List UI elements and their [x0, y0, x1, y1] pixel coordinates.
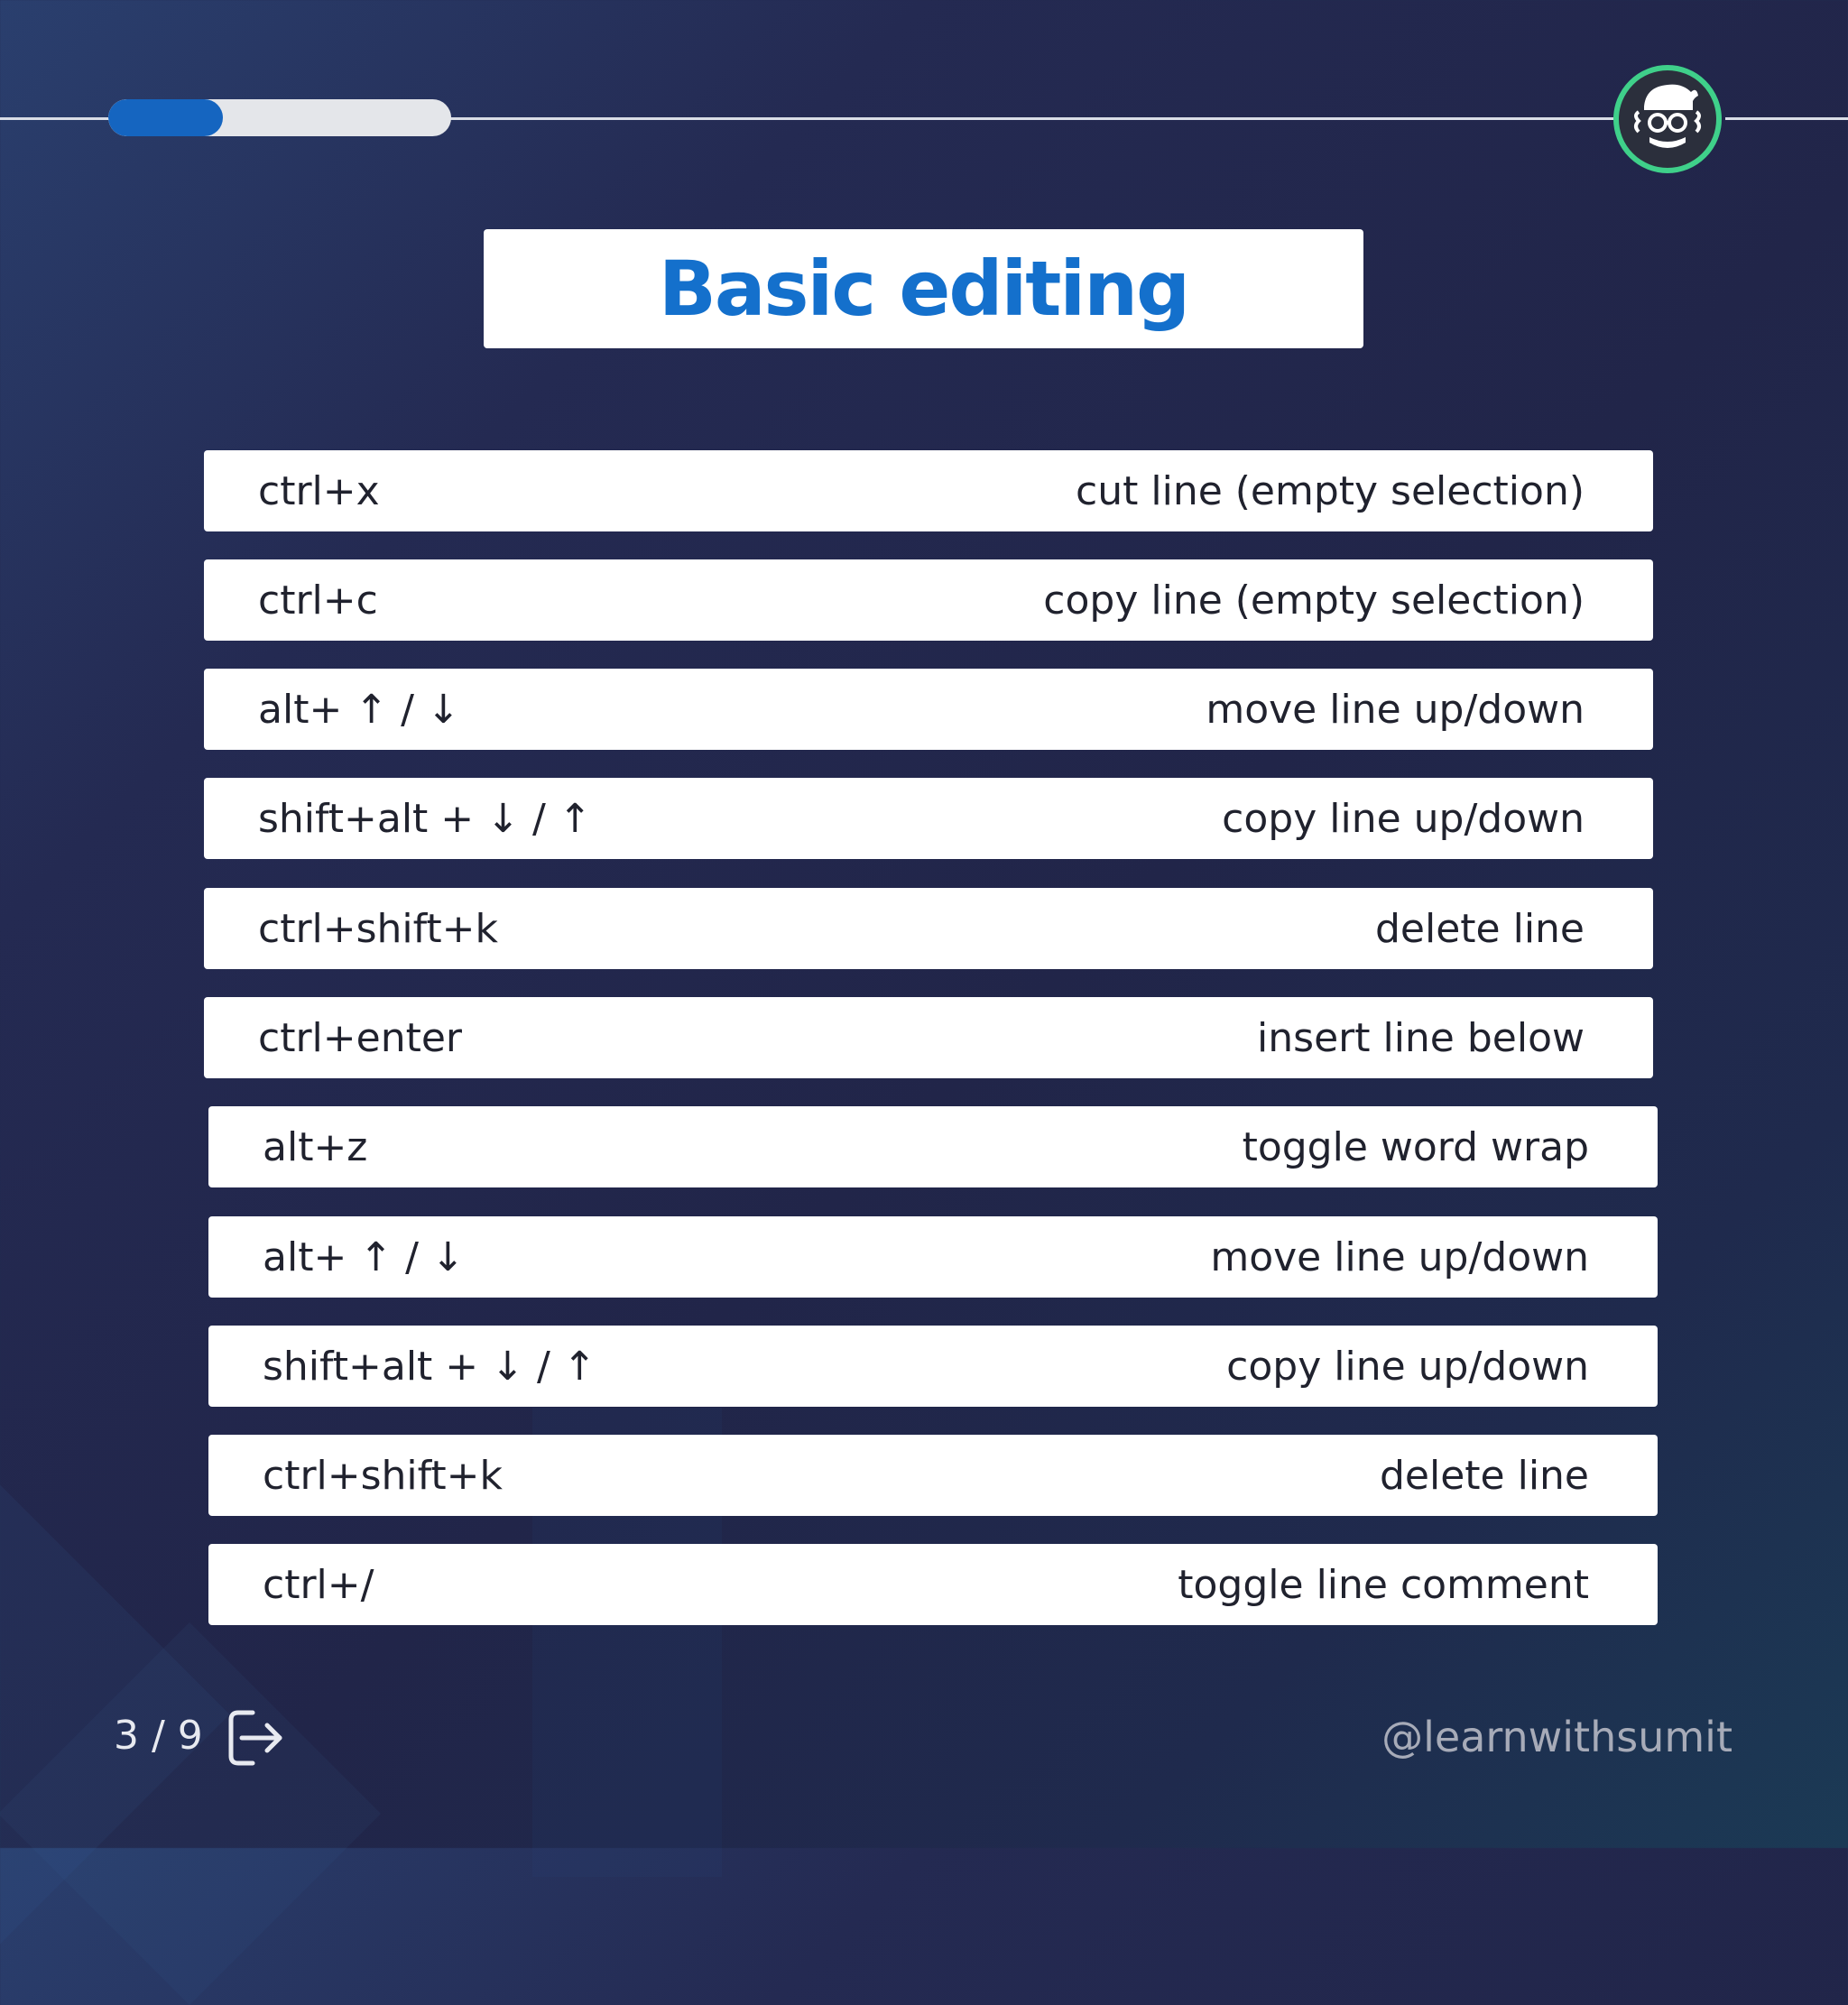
title-card: Basic editing: [484, 229, 1363, 348]
shortcut-action: move line up/down: [1206, 686, 1585, 733]
shortcut-keys: shift+alt + ↓ / ↑: [263, 1343, 596, 1390]
shortcut-action: move line up/down: [1210, 1233, 1589, 1280]
shortcut-keys: ctrl+c: [258, 577, 378, 624]
shortcut-keys: ctrl+/: [263, 1561, 374, 1608]
shortcut-keys: alt+ ↑ / ↓: [258, 686, 460, 733]
shortcut-keys: alt+z: [263, 1123, 368, 1170]
shortcut-row: shift+alt + ↓ / ↑ copy line up/down: [208, 1326, 1658, 1407]
shortcut-keys: ctrl+shift+k: [258, 905, 498, 952]
arrow-right-exit-icon[interactable]: [220, 1704, 289, 1772]
brand-logo: [1613, 65, 1722, 173]
progress-bar: [108, 99, 451, 136]
shortcut-action: copy line (empty selection): [1043, 577, 1585, 624]
avatar-icon: [1634, 84, 1701, 148]
shortcut-row: alt+ ↑ / ↓ move line up/down: [204, 669, 1653, 750]
header-divider: [1725, 117, 1848, 120]
shortcut-row: shift+alt + ↓ / ↑ copy line up/down: [204, 778, 1653, 859]
shortcut-row: ctrl+x cut line (empty selection): [204, 450, 1653, 531]
background-shape: [0, 1622, 382, 2005]
shortcut-action: cut line (empty selection): [1076, 467, 1585, 514]
shortcut-row: ctrl+/ toggle line comment: [208, 1544, 1658, 1625]
shortcut-action: copy line up/down: [1222, 795, 1585, 842]
shortcut-row: alt+ ↑ / ↓ move line up/down: [208, 1216, 1658, 1298]
shortcut-action: delete line: [1374, 905, 1585, 952]
shortcut-row: ctrl+shift+k delete line: [208, 1435, 1658, 1516]
shortcut-action: delete line: [1379, 1452, 1589, 1499]
progress-fill: [108, 99, 223, 136]
header-divider: [448, 117, 1617, 120]
shortcut-keys: shift+alt + ↓ / ↑: [258, 795, 592, 842]
shortcut-row: ctrl+enter insert line below: [204, 997, 1653, 1078]
shortcut-keys: ctrl+x: [258, 467, 380, 514]
shortcut-action: toggle line comment: [1178, 1561, 1589, 1608]
shortcut-keys: ctrl+enter: [258, 1014, 462, 1061]
page-indicator: 3 / 9: [114, 1713, 203, 1759]
page-title: Basic editing: [658, 245, 1190, 333]
shortcut-keys: alt+ ↑ / ↓: [263, 1233, 465, 1280]
shortcut-action: copy line up/down: [1226, 1343, 1589, 1390]
header-divider: [0, 117, 113, 120]
shortcut-row: alt+z toggle word wrap: [208, 1106, 1658, 1187]
author-handle: @learnwithsumit: [1381, 1713, 1732, 1761]
shortcut-keys: ctrl+shift+k: [263, 1452, 503, 1499]
shortcut-action: toggle word wrap: [1242, 1123, 1589, 1170]
shortcut-row: ctrl+shift+k delete line: [204, 888, 1653, 969]
shortcut-action: insert line below: [1257, 1014, 1585, 1061]
shortcut-row: ctrl+c copy line (empty selection): [204, 559, 1653, 641]
